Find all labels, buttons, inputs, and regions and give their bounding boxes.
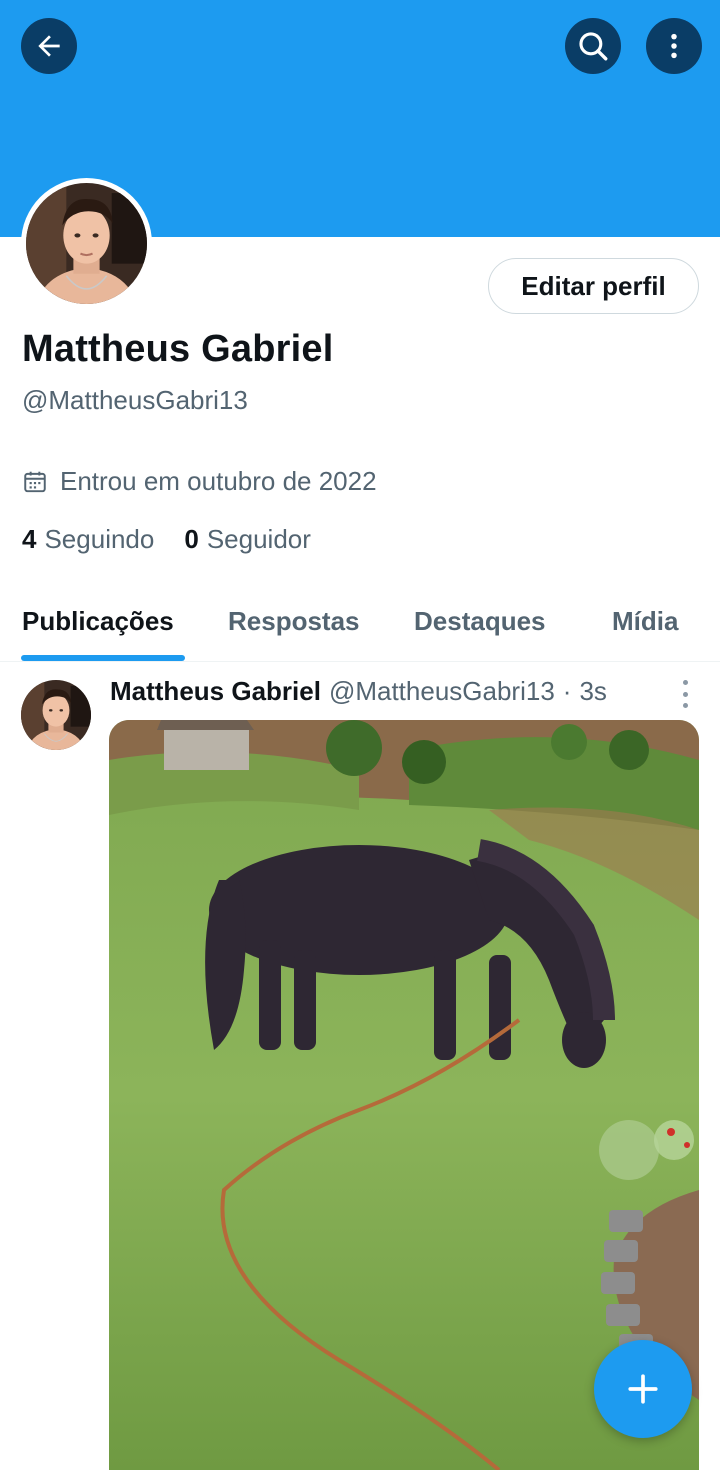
more-options-button[interactable] [646, 18, 702, 74]
post-meta-separator: · [562, 676, 572, 706]
tab-respostas[interactable]: Respostas [228, 606, 360, 637]
post-header: Mattheus Gabriel @MattheusGabri13 · 3s [110, 676, 607, 707]
follow-stats: 4 Seguindo 0 Seguidor [22, 524, 341, 555]
profile-avatar[interactable] [21, 178, 152, 309]
edit-profile-label: Editar perfil [521, 270, 666, 301]
calendar-icon [24, 471, 46, 492]
following-label: Seguindo [44, 524, 155, 554]
search-button[interactable] [565, 18, 621, 74]
active-tab-indicator [21, 655, 185, 661]
post-author-avatar[interactable] [21, 680, 91, 750]
following-count: 4 [22, 524, 37, 554]
join-date-text: Entrou em outubro de 2022 [60, 466, 377, 496]
post-author-handle[interactable]: @MattheusGabri13 [329, 676, 555, 707]
tab-destaques[interactable]: Destaques [414, 606, 546, 637]
tab-midia[interactable]: Mídia [612, 606, 678, 637]
arrow-left-icon [38, 35, 60, 57]
post-more-icon[interactable] [676, 680, 694, 708]
following-link[interactable]: 4 Seguindo [22, 524, 154, 555]
more-vertical-icon [671, 33, 677, 59]
profile-tabs: Publicações Respostas Destaques Mídia [0, 590, 720, 662]
post-timestamp[interactable]: 3s [579, 676, 606, 707]
followers-label: Seguidor [206, 524, 311, 554]
search-icon [579, 32, 608, 61]
profile-display-name: Mattheus Gabriel [22, 328, 334, 370]
compose-button[interactable] [594, 1340, 692, 1438]
edit-profile-button[interactable]: Editar perfil [488, 258, 699, 314]
tab-publicacoes[interactable]: Publicações [22, 606, 174, 637]
profile-handle: @MattheusGabri13 [22, 385, 248, 415]
plus-icon [628, 1374, 658, 1404]
avatar-photo [26, 183, 147, 304]
followers-count: 0 [184, 524, 199, 554]
post-author-name[interactable]: Mattheus Gabriel [110, 676, 321, 707]
back-button[interactable] [21, 18, 77, 74]
join-date: Entrou em outubro de 2022 [22, 466, 377, 497]
followers-link[interactable]: 0 Seguidor [184, 524, 311, 555]
avatar-photo [21, 680, 91, 750]
